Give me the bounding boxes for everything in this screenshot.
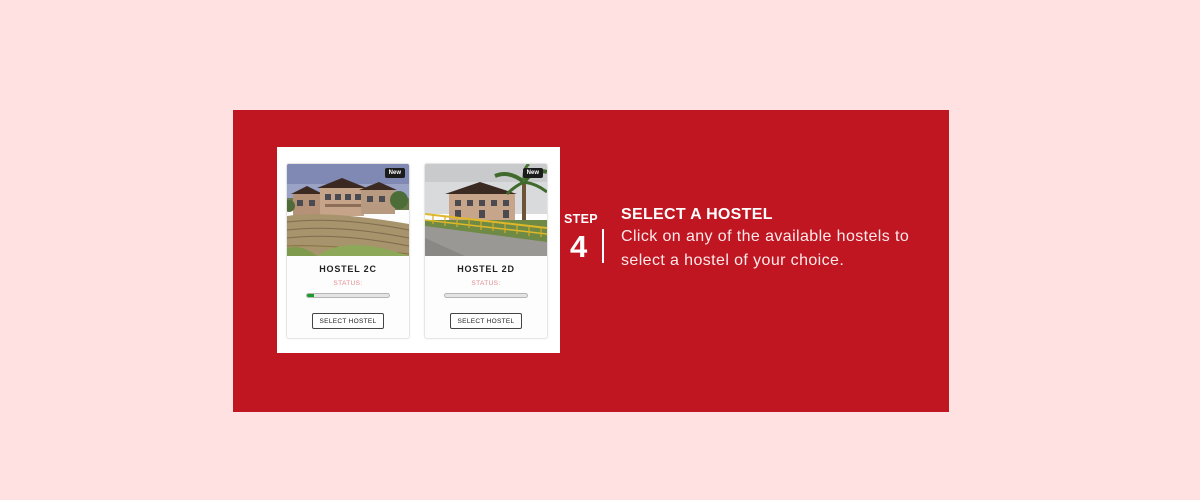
select-hostel-button[interactable]: SELECT HOSTEL [312,313,384,329]
step-divider [602,229,604,263]
hostel-photo: New [287,164,409,256]
status-progress-bar [444,293,528,298]
hostel-card[interactable]: New HOSTEL 2D STATUS: SELECT HOSTEL [424,163,548,339]
step-number: 4 [570,229,588,264]
step-label: STEP [564,212,598,226]
status-progress-fill [307,294,314,297]
hostel-name: HOSTEL 2D [457,264,515,274]
new-badge: New [522,168,543,178]
hostel-list-screenshot: New HOSTEL 2C STATUS: SELECT HOSTEL New … [277,147,560,353]
hostel-photo: New [425,164,547,256]
step-heading: SELECT A HOSTEL [621,206,773,223]
hostel-card[interactable]: New HOSTEL 2C STATUS: SELECT HOSTEL [286,163,410,339]
step-panel: New HOSTEL 2C STATUS: SELECT HOSTEL New … [233,110,949,412]
hostel-name: HOSTEL 2C [319,264,377,274]
status-label: STATUS: [333,280,363,287]
new-badge: New [384,168,405,178]
select-hostel-button[interactable]: SELECT HOSTEL [450,313,522,329]
step-description: Click on any of the available hostels to… [621,228,910,269]
status-progress-bar [306,293,390,298]
status-label: STATUS: [471,280,501,287]
